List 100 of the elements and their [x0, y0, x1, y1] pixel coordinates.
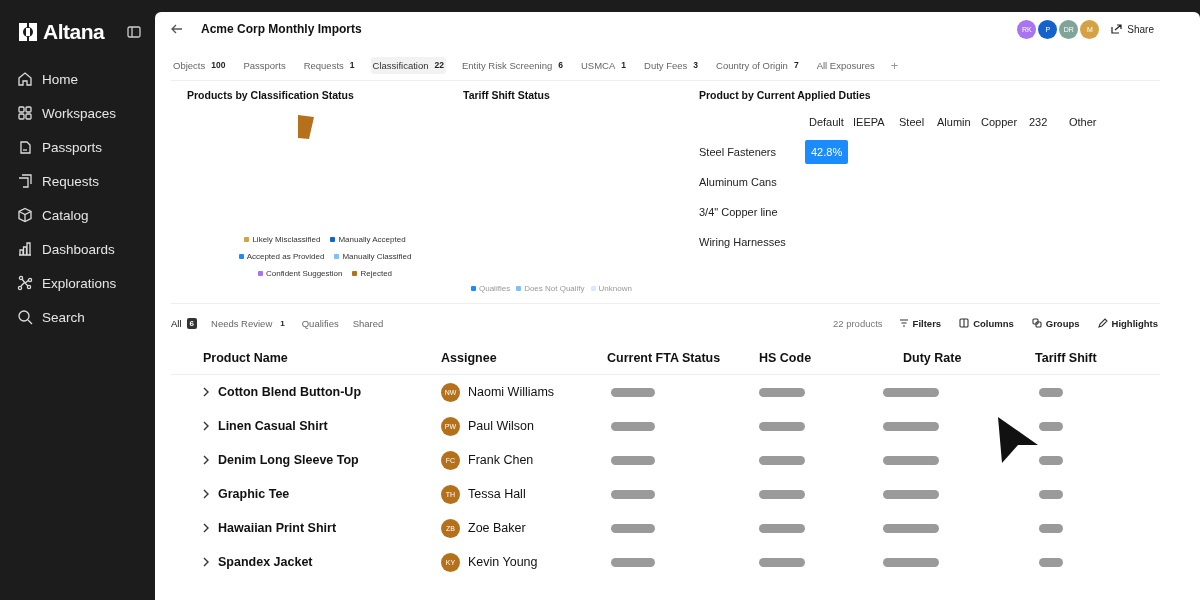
tab[interactable]: Entity Risk Screening 6: [459, 56, 565, 74]
tab[interactable]: Duty Fees 3: [642, 56, 701, 74]
filter-icon: [898, 318, 909, 328]
loading-placeholder: [759, 557, 805, 567]
expand-chevron-icon[interactable]: [203, 421, 210, 431]
sidebar-item[interactable]: Passports: [17, 130, 141, 164]
column-label: Alumin: [936, 116, 972, 128]
loading-placeholder: [883, 523, 939, 533]
nodes-icon: [17, 275, 33, 291]
loading-placeholder: [883, 387, 939, 397]
loading-placeholder: [1039, 523, 1063, 533]
expand-chevron-icon[interactable]: [203, 557, 210, 567]
loading-placeholder: [883, 421, 939, 431]
column-label: Copper: [980, 116, 1019, 128]
sidebar-item[interactable]: Workspaces: [17, 96, 141, 130]
loading-placeholder: [759, 387, 805, 397]
sidebar-item[interactable]: Search: [17, 300, 141, 334]
product-name: Graphic Tee: [218, 487, 290, 501]
legend-label: Confident Suggestion: [265, 269, 343, 278]
column-label: IEEPA: [852, 116, 886, 128]
sidebar-item[interactable]: Explorations: [17, 266, 141, 300]
loading-placeholder: [611, 489, 655, 499]
box-icon: [17, 207, 33, 223]
toolbar-button[interactable]: Highlights: [1095, 315, 1160, 331]
logo-icon: [17, 21, 39, 43]
column-header: Tariff Shift: [1035, 351, 1098, 365]
document-icon: [17, 139, 33, 155]
column-header: Product Name: [202, 351, 289, 365]
column-label: 232: [1028, 116, 1049, 128]
column-header: Assignee: [441, 351, 498, 365]
row-label: Aluminum Cans: [699, 176, 778, 188]
product-count: 22 products: [832, 317, 883, 329]
assignee-name: Tessa Hall: [468, 487, 526, 501]
assignee-name: Naomi Williams: [468, 385, 555, 399]
loading-placeholder: [759, 421, 805, 431]
column-header: Duty Rate: [902, 351, 963, 365]
chart-title: Tariff Shift Status: [463, 89, 551, 101]
row-label: 3/4" Copper line: [699, 206, 779, 218]
loading-placeholder: [759, 523, 805, 533]
toolbar-button[interactable]: Filters: [896, 315, 944, 331]
legend-label: Manually Classified: [342, 252, 412, 261]
legend-label: Manually Accepted: [338, 235, 406, 244]
columns-icon: [959, 318, 970, 328]
loading-placeholder: [1039, 489, 1063, 499]
loading-placeholder: [611, 523, 655, 533]
loading-placeholder: [883, 489, 939, 499]
legend-label: Unknown: [598, 284, 632, 293]
legend-label: Does Not Qualify: [524, 284, 585, 293]
view-tab[interactable]: Needs Review 1: [211, 317, 288, 329]
chart-title: Product by Current Applied Duties: [699, 89, 872, 101]
toolbar-button[interactable]: Groups: [1029, 315, 1082, 331]
loading-placeholder: [611, 455, 655, 465]
heatmap-cell: 42.8%: [805, 140, 849, 164]
request-icon: [17, 173, 33, 189]
loading-placeholder: [611, 557, 655, 567]
pie-slice-drawing: [298, 115, 314, 139]
tab[interactable]: Country of Origin 7: [714, 56, 801, 74]
loading-placeholder: [759, 489, 805, 499]
legend-label: Likely Misclassified: [252, 235, 321, 244]
expand-chevron-icon[interactable]: [203, 387, 210, 397]
sidebar-item[interactable]: Dashboards: [17, 232, 141, 266]
sidebar-item[interactable]: Home: [17, 62, 141, 96]
home-icon: [17, 71, 33, 87]
loading-placeholder: [1039, 421, 1063, 431]
chart-title: Products by Classification Status: [187, 89, 355, 101]
tab[interactable]: All Exposures: [814, 56, 877, 74]
sidebar-item[interactable]: Catalog: [17, 198, 141, 232]
sidebar-item[interactable]: Requests: [17, 164, 141, 198]
page-title: Acme Corp Monthly Imports: [201, 22, 362, 36]
brand-name: Altana: [43, 20, 105, 44]
column-header: Current FTA Status: [607, 351, 722, 365]
bar-chart-icon: [17, 241, 33, 257]
toolbar-button[interactable]: Columns: [957, 315, 1016, 331]
loading-placeholder: [611, 387, 655, 397]
column-header: HS Code: [759, 351, 813, 365]
view-tab[interactable]: All 6: [171, 317, 197, 329]
back-arrow-icon[interactable]: [171, 24, 183, 34]
legend-label: Qualifies: [479, 284, 511, 293]
tab[interactable]: Passports: [241, 56, 288, 74]
loading-placeholder: [883, 557, 939, 567]
column-label: Steel: [898, 116, 926, 128]
tab[interactable]: Classification 22: [370, 56, 446, 74]
product-name: Hawaiian Print Shirt: [218, 521, 337, 535]
cursor-icon: [998, 417, 1038, 463]
product-name: Denim Long Sleeve Top: [218, 453, 359, 467]
loading-placeholder: [611, 421, 655, 431]
grid-icon: [17, 105, 33, 121]
row-label: Steel Fasteners: [699, 146, 778, 158]
view-tab[interactable]: Shared: [352, 317, 384, 329]
sidebar-toggle-icon[interactable]: [127, 26, 141, 38]
view-tab[interactable]: Qualifies: [301, 317, 339, 329]
expand-chevron-icon[interactable]: [203, 523, 210, 533]
loading-placeholder: [1039, 455, 1063, 465]
tab[interactable]: Objects 100: [171, 56, 228, 74]
tab[interactable]: USMCA 1: [579, 56, 629, 74]
tab[interactable]: Requests 1: [301, 56, 357, 74]
column-label: Default: [808, 116, 845, 128]
expand-chevron-icon[interactable]: [203, 489, 210, 499]
assignee-name: Kevin Young: [468, 555, 538, 569]
expand-chevron-icon[interactable]: [203, 455, 210, 465]
